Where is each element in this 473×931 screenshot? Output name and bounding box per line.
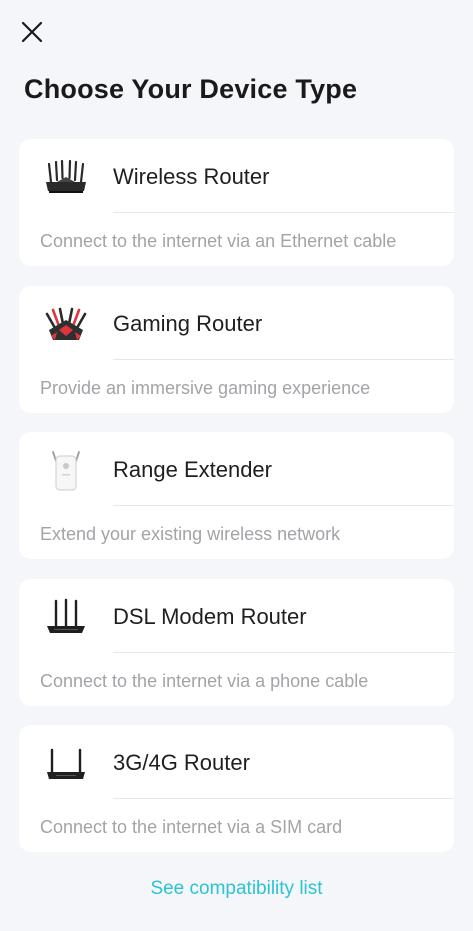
divider — [113, 505, 454, 506]
device-name: DSL Modem Router — [113, 603, 307, 629]
range-extender-icon — [41, 448, 91, 494]
device-name: 3G/4G Router — [113, 750, 250, 775]
device-name: Range Extender — [113, 457, 272, 482]
page-title: Choose Your Device Type — [24, 74, 358, 104]
device-description: Connect to the internet via an Ethernet … — [40, 231, 397, 251]
device-card-3g4g-router[interactable]: 3G/4G Router Connect to the internet via… — [19, 725, 454, 852]
compatibility-list-link[interactable]: See compatibility list — [0, 878, 473, 900]
device-name: Wireless Router — [113, 164, 270, 189]
device-description: Provide an immersive gaming experience — [40, 377, 371, 398]
divider — [113, 212, 454, 213]
device-description: Connect to the internet via a SIM card — [40, 817, 343, 837]
gaming-router-icon — [41, 302, 91, 348]
divider — [113, 651, 454, 653]
device-description: Extend your existing wireless network — [40, 524, 341, 544]
device-description: Connect to the internet via a phone cabl… — [40, 670, 369, 691]
dsl-modem-router-icon — [41, 595, 91, 641]
device-card-wireless-router[interactable]: Wireless Router Connect to the internet … — [19, 139, 454, 266]
lte-router-icon — [41, 741, 91, 787]
device-card-gaming-router[interactable]: Gaming Router Provide an immersive gamin… — [19, 285, 454, 413]
device-name: Gaming Router — [113, 310, 263, 336]
device-type-list: Wireless Router Connect to the internet … — [19, 139, 454, 872]
wireless-router-icon — [41, 155, 91, 201]
close-icon — [21, 21, 43, 43]
close-button[interactable] — [16, 16, 48, 48]
divider — [113, 798, 454, 799]
device-card-dsl-modem-router[interactable]: DSL Modem Router Connect to the internet… — [19, 578, 454, 706]
divider — [113, 358, 454, 360]
device-card-range-extender[interactable]: Range Extender Extend your existing wire… — [19, 432, 454, 559]
